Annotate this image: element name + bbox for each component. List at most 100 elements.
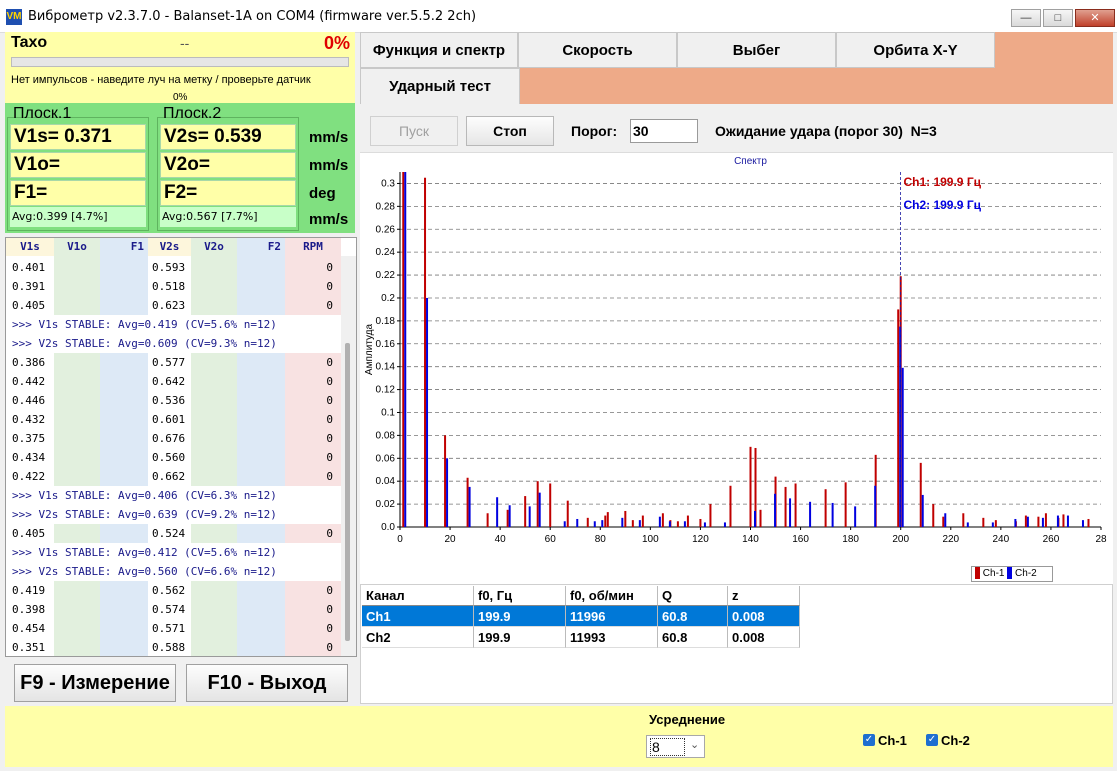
results-cell[interactable]: 11996 (566, 606, 658, 627)
spectrum-bar-ch2 (426, 297, 429, 527)
table-row[interactable]: 0.419 0.562 0 (6, 581, 341, 600)
y-tick-label: 0.24 (376, 247, 396, 258)
ch2-checkbox[interactable]: ✓ (926, 734, 938, 746)
spectrum-bar-ch2 (921, 494, 924, 527)
cell-rpm: 0 (326, 413, 333, 426)
cell-v2s: 0.518 (152, 280, 186, 293)
cell-v1s: 0.351 (12, 641, 46, 654)
results-cell[interactable]: 0.008 (728, 627, 800, 648)
results-cell[interactable]: 199.9 (474, 627, 566, 648)
spectrum-bar-ch1 (824, 489, 827, 527)
measure-button[interactable]: F9 - Измерение (14, 664, 176, 702)
stop-button[interactable]: Стоп (466, 116, 554, 146)
taxo-message: Нет импульсов - наведите луч на метку / … (11, 74, 311, 86)
cell-v1s: 0.419 (12, 584, 46, 597)
results-cell[interactable]: 60.8 (658, 627, 728, 648)
x-tick-label: 240 (993, 534, 1010, 545)
spectrum-bar-ch2 (1081, 520, 1084, 527)
spectrum-bar-ch2 (789, 498, 792, 527)
ch1-checkbox[interactable]: ✓ (863, 734, 875, 746)
results-cell[interactable]: 60.8 (658, 606, 728, 627)
cell-v1s: 0.391 (12, 280, 46, 293)
spectrum-bar-ch2 (658, 516, 661, 527)
cell-v1s: 0.432 (12, 413, 46, 426)
table-row[interactable]: 0.391 0.518 0 (6, 277, 341, 296)
taxo-progress-label: 0% (173, 92, 188, 103)
cell-rpm: 0 (326, 622, 333, 635)
log-message-row[interactable]: >>> V2s STABLE: Avg=0.560 (CV=6.6% n=12) (6, 562, 341, 581)
table-row[interactable]: 0.442 0.642 0 (6, 372, 341, 391)
spectrum-bar-ch1 (982, 517, 985, 527)
x-tick-label: 20 (445, 534, 457, 545)
minimize-button[interactable]: — (1011, 9, 1041, 27)
cell-v1s: 0.405 (12, 527, 46, 540)
spectrum-chart[interactable]: Спектр 0.0 0.02 0.04 0.06 0.08 0.1 0.12 0.14 0.16… (360, 153, 1113, 585)
results-cell[interactable]: Ch2 (362, 627, 474, 648)
log-message-row[interactable]: >>> V2s STABLE: Avg=0.609 (CV=9.3% n=12) (6, 334, 341, 353)
column-header: F2 (237, 238, 285, 256)
cell-rpm: 0 (326, 432, 333, 445)
spectrum-bar-ch2 (496, 497, 499, 527)
spectrum-bar-ch1 (729, 485, 732, 527)
start-button[interactable]: Пуск (370, 116, 458, 146)
table-row[interactable]: 0.405 0.524 0 (6, 524, 341, 543)
column-header: V2s (148, 238, 191, 256)
tab-rundown[interactable]: Выбег (677, 32, 836, 68)
spectrum-bar-ch1 (424, 177, 427, 527)
table-row[interactable]: 0.454 0.571 0 (6, 619, 341, 638)
results-cell[interactable]: Ch1 (362, 606, 474, 627)
cell-v2s: 0.574 (152, 603, 186, 616)
log-message-row[interactable]: >>> V1s STABLE: Avg=0.419 (CV=5.6% n=12) (6, 315, 341, 334)
maximize-button[interactable]: □ (1043, 9, 1073, 27)
spectrum-bar-ch1 (1024, 515, 1027, 527)
table-row[interactable]: 0.351 0.588 0 (6, 638, 341, 656)
table-row[interactable]: 0.434 0.560 0 (6, 448, 341, 467)
scrollbar-thumb[interactable] (345, 343, 350, 641)
table-row[interactable]: 0.401 0.593 0 (6, 258, 341, 277)
cell-v1s: 0.434 (12, 451, 46, 464)
results-cell[interactable]: 0.008 (728, 606, 800, 627)
cell-v2s: 0.560 (152, 451, 186, 464)
table-row[interactable]: 0.422 0.662 0 (6, 467, 341, 486)
table-row[interactable]: 0.446 0.536 0 (6, 391, 341, 410)
cell-v1s: 0.398 (12, 603, 46, 616)
column-header: V2o (191, 238, 237, 256)
close-button[interactable]: ✕ (1075, 9, 1115, 27)
spectrum-bar-ch2 (668, 521, 671, 527)
log-message-row[interactable]: >>> V1s STABLE: Avg=0.412 (CV=5.6% n=12) (6, 543, 341, 562)
v1s-value: V1s= 0.371 (10, 124, 146, 150)
unit-label: deg (309, 185, 336, 202)
legend-label-ch2: Ch-2 (1015, 568, 1037, 579)
tab-function-spectrum[interactable]: Функция и спектр (360, 32, 518, 68)
cell-v2s: 0.536 (152, 394, 186, 407)
x-tick-label: 220 (942, 534, 959, 545)
cell-v1s: 0.375 (12, 432, 46, 445)
results-column-header: Q (658, 586, 728, 606)
chart-title: Спектр (734, 156, 767, 167)
column-header: V1o (54, 238, 100, 256)
averaging-select[interactable]: 8 ⌄ (646, 735, 705, 758)
log-message-row[interactable]: >>> V1s STABLE: Avg=0.406 (CV=6.3% n=12) (6, 486, 341, 505)
exit-button[interactable]: F10 - Выход (186, 664, 348, 702)
threshold-input[interactable] (630, 119, 698, 143)
table-row[interactable]: 0.405 0.623 0 (6, 296, 341, 315)
spectrum-bar-ch1 (586, 517, 589, 527)
spectrum-bar-ch1 (661, 513, 664, 527)
table-row[interactable]: 0.386 0.577 0 (6, 353, 341, 372)
vertical-scrollbar[interactable] (341, 256, 356, 656)
table-row[interactable]: 0.375 0.676 0 (6, 429, 341, 448)
measurement-log-table[interactable]: V1s V1o F1 V2s V2o F2 RPM 0.401 0.593 0 0.3… (5, 237, 357, 657)
spectrum-bar-ch2 (991, 522, 994, 527)
x-tick-label: 28 (1095, 534, 1107, 545)
tab-orbit[interactable]: Орбита X-Y (836, 32, 995, 68)
tab-impact-test[interactable]: Ударный тест (360, 68, 520, 104)
results-cell[interactable]: 199.9 (474, 606, 566, 627)
log-message-row[interactable]: >>> V2s STABLE: Avg=0.639 (CV=9.2% n=12) (6, 505, 341, 524)
tab-speed[interactable]: Скорость (518, 32, 677, 68)
table-row[interactable]: 0.398 0.574 0 (6, 600, 341, 619)
y-tick-label: 0.04 (376, 476, 396, 487)
cell-v2s: 0.662 (152, 470, 186, 483)
spectrum-bar-ch1 (466, 477, 469, 527)
table-row[interactable]: 0.432 0.601 0 (6, 410, 341, 429)
results-cell[interactable]: 11993 (566, 627, 658, 648)
